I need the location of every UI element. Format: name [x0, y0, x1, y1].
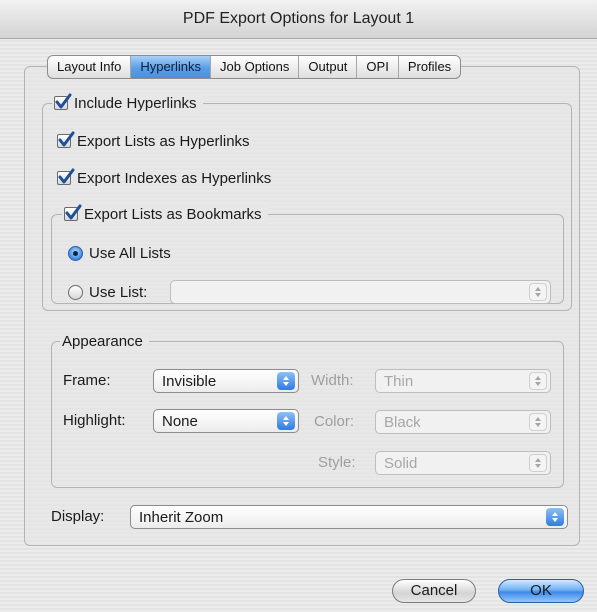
display-select[interactable]: Inherit Zoom: [130, 505, 568, 529]
include-hyperlinks-label: Include Hyperlinks: [74, 94, 197, 112]
use-list-radio[interactable]: [68, 284, 83, 300]
style-select[interactable]: Solid: [375, 451, 551, 475]
appearance-legend: Appearance: [60, 331, 149, 351]
frame-value: Invisible: [162, 372, 217, 390]
tab-opi[interactable]: OPI: [357, 56, 399, 78]
tab-bar: Layout Info Hyperlinks Job Options Outpu…: [47, 55, 462, 79]
display-label: Display:: [51, 508, 105, 525]
width-label: Width:: [311, 372, 354, 389]
bookmarks-legend: Export Lists as Bookmarks: [62, 204, 268, 224]
include-hyperlinks-legend: Include Hyperlinks: [52, 93, 203, 113]
width-value: Thin: [384, 372, 414, 390]
export-bookmarks-label: Export Lists as Bookmarks: [84, 205, 262, 223]
include-hyperlinks-checkbox[interactable]: [54, 93, 72, 110]
export-lists-label: Export Lists as Hyperlinks: [77, 132, 250, 150]
checkmark-icon: [58, 131, 75, 147]
use-list-row: Use List:: [68, 281, 147, 303]
color-select[interactable]: Black: [375, 410, 551, 434]
use-all-lists-row: Use All Lists: [68, 242, 171, 264]
use-list-label: Use List:: [89, 283, 148, 301]
style-value: Solid: [384, 454, 418, 472]
updown-arrows-icon: [529, 454, 547, 472]
color-label: Color:: [314, 413, 355, 430]
export-indexes-row: Export Indexes as Hyperlinks: [57, 167, 271, 189]
color-value: Black: [384, 413, 421, 431]
highlight-label: Highlight:: [63, 412, 126, 429]
tab-job-options[interactable]: Job Options: [211, 56, 300, 78]
use-all-lists-label: Use All Lists: [89, 244, 171, 262]
cancel-button[interactable]: Cancel: [392, 579, 476, 603]
highlight-value: None: [162, 412, 198, 430]
export-bookmarks-checkbox[interactable]: [64, 204, 82, 221]
export-lists-row: Export Lists as Hyperlinks: [57, 130, 250, 152]
tab-output[interactable]: Output: [299, 56, 358, 78]
display-value: Inherit Zoom: [139, 508, 224, 526]
updown-arrows-icon: [529, 372, 547, 390]
tab-hyperlinks[interactable]: Hyperlinks: [131, 56, 212, 78]
updown-arrows-icon: [546, 508, 564, 526]
updown-arrows-icon: [277, 412, 295, 430]
export-lists-checkbox[interactable]: [57, 131, 75, 148]
window-title: PDF Export Options for Layout 1: [0, 0, 597, 39]
width-select[interactable]: Thin: [375, 369, 551, 393]
style-label: Style:: [318, 454, 356, 471]
frame-select[interactable]: Invisible: [153, 369, 299, 393]
appearance-label: Appearance: [62, 332, 143, 350]
ok-button[interactable]: OK: [498, 579, 584, 603]
checkmark-icon: [55, 93, 72, 109]
tab-layout-info[interactable]: Layout Info: [48, 56, 132, 78]
use-all-lists-radio[interactable]: [68, 245, 83, 261]
checkmark-icon: [58, 168, 75, 184]
use-list-select[interactable]: [170, 280, 551, 304]
export-indexes-checkbox[interactable]: [57, 168, 75, 185]
highlight-select[interactable]: None: [153, 409, 299, 433]
updown-arrows-icon: [529, 283, 547, 301]
export-indexes-label: Export Indexes as Hyperlinks: [77, 169, 272, 187]
tab-profiles[interactable]: Profiles: [399, 56, 460, 78]
frame-label: Frame:: [63, 372, 111, 389]
updown-arrows-icon: [277, 372, 295, 390]
updown-arrows-icon: [529, 413, 547, 431]
checkmark-icon: [65, 204, 82, 220]
